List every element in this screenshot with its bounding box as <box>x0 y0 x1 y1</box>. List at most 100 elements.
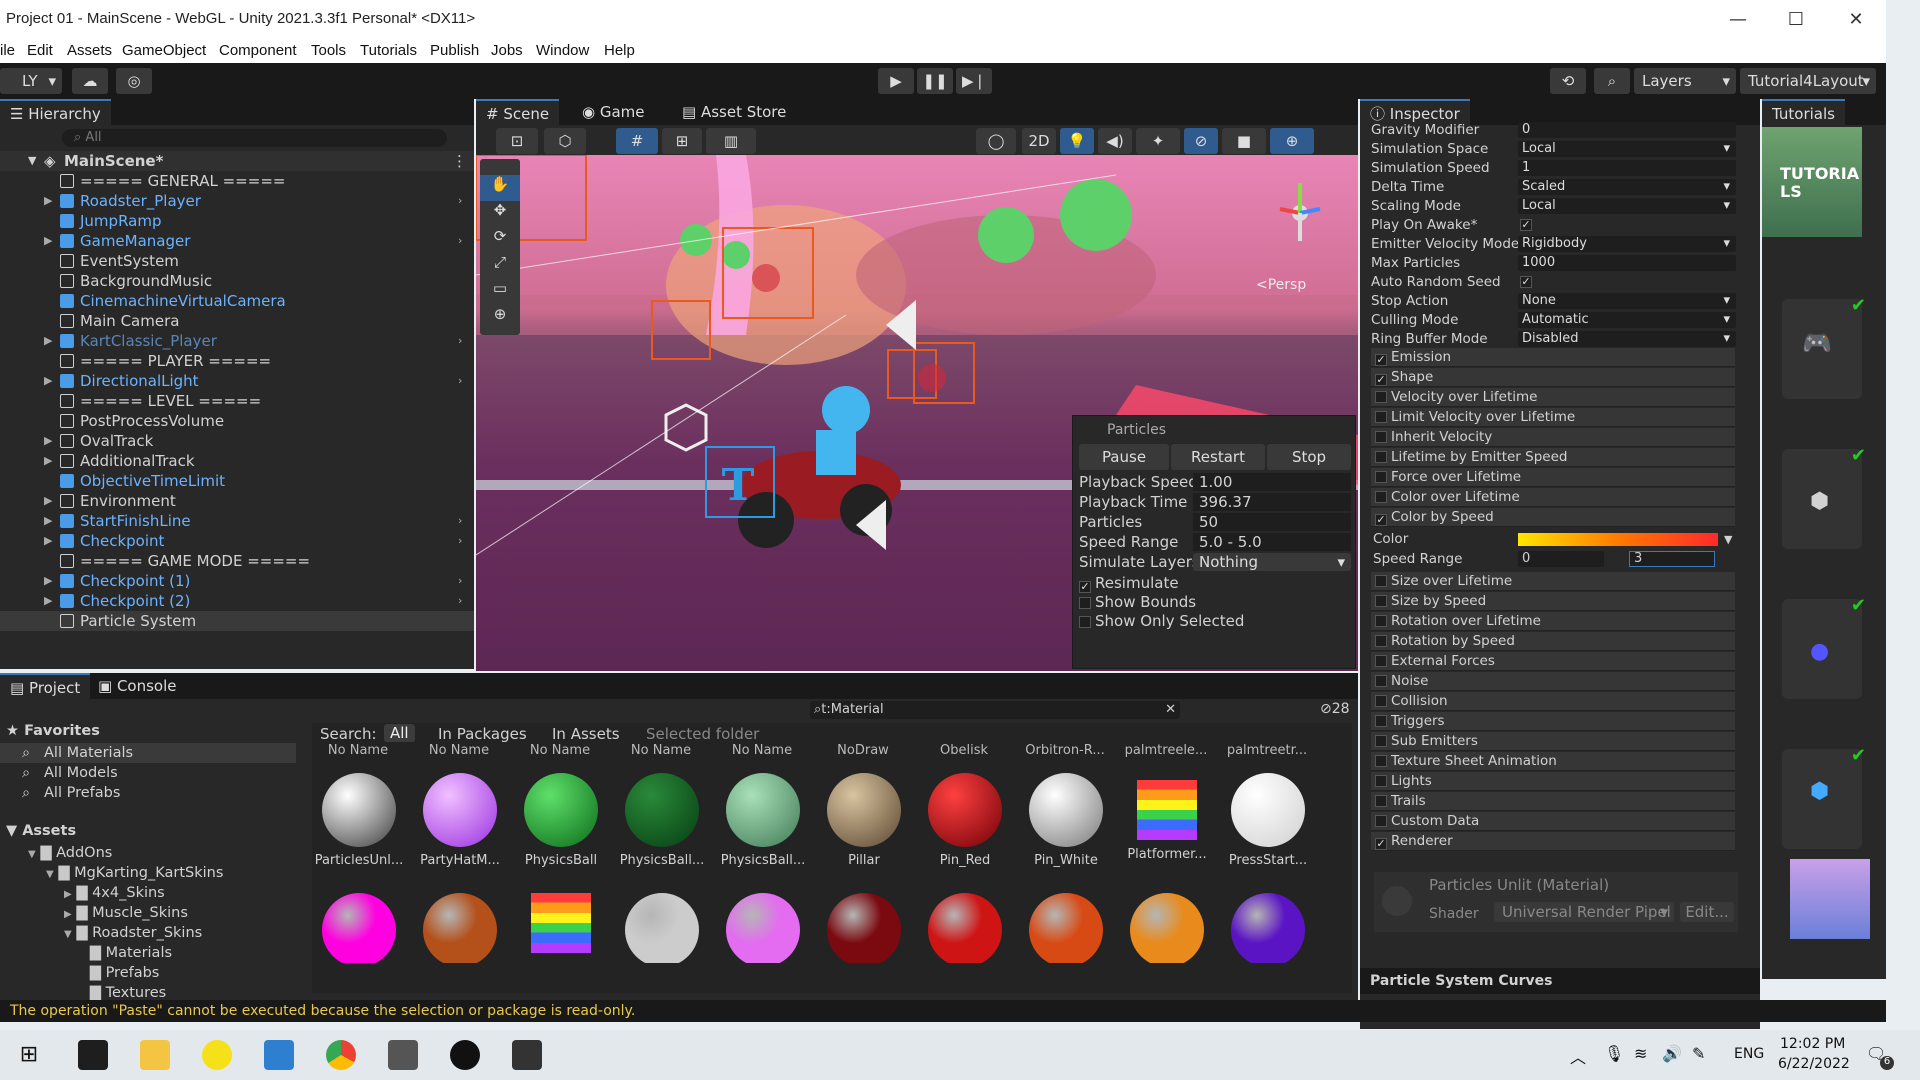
module-checkbox[interactable] <box>1375 391 1387 403</box>
asset-label[interactable]: palmtreele... <box>1118 743 1214 758</box>
module-checkbox[interactable] <box>1375 715 1387 727</box>
module-header[interactable]: Size over Lifetime <box>1371 572 1735 591</box>
tray-chevron-icon[interactable]: ︿ <box>1570 1044 1586 1068</box>
move-tool-icon[interactable]: ✥ <box>480 201 520 227</box>
hierarchy-item[interactable]: ▶ KartClassic_Player › <box>0 331 474 351</box>
module-header[interactable]: External Forces <box>1371 652 1735 671</box>
expand-arrow-icon[interactable]: ▶ <box>44 231 52 251</box>
checkbox[interactable] <box>1079 597 1091 609</box>
scene-menu-icon[interactable]: ⋮ <box>452 151 467 171</box>
hierarchy-item[interactable]: EventSystem <box>0 251 474 271</box>
prefab-open-icon[interactable]: › <box>458 191 462 211</box>
module-header[interactable]: Noise <box>1371 672 1735 691</box>
favorite-item[interactable]: ⌕ All Materials <box>0 743 296 763</box>
prefab-open-icon[interactable]: › <box>458 531 462 551</box>
filter-in-packages[interactable]: In Packages <box>438 725 527 743</box>
module-checkbox[interactable] <box>1375 471 1387 483</box>
prop-checkbox[interactable]: ✓ <box>1520 219 1532 231</box>
hierarchy-item[interactable]: ▶ GameManager › <box>0 231 474 251</box>
pause-button[interactable]: ❚❚ <box>917 68 953 94</box>
clear-search-icon[interactable]: ✕ <box>1165 701 1176 719</box>
hierarchy-search-input[interactable]: ⌕ All <box>62 129 447 147</box>
scale-tool-icon[interactable]: ⤢ <box>480 253 520 279</box>
hand-tool-icon[interactable]: ✋ <box>480 175 520 201</box>
module-header[interactable]: Rotation over Lifetime <box>1371 612 1735 631</box>
prop-value[interactable]: 0 <box>1518 122 1736 138</box>
tab-hierarchy[interactable]: ☰ Hierarchy <box>0 99 111 125</box>
module-checkbox[interactable] <box>1375 491 1387 503</box>
folder-item[interactable]: ▶ ▇ 4x4_Skins <box>64 883 165 903</box>
tutorial-card-3[interactable]: ● ✔ <box>1782 595 1866 699</box>
tab-asset-store[interactable]: ▤ Asset Store <box>672 99 796 125</box>
hierarchy-item[interactable]: CinemachineVirtualCamera <box>0 291 474 311</box>
hierarchy-item[interactable]: ▶ AdditionalTrack <box>0 451 474 471</box>
pen-icon[interactable]: ✎ <box>1692 1044 1705 1063</box>
material-item[interactable] <box>314 893 404 963</box>
expand-arrow-icon[interactable]: ▶ <box>44 511 52 531</box>
module-checkbox[interactable] <box>1375 735 1387 747</box>
hierarchy-item[interactable]: JumpRamp <box>0 211 474 231</box>
material-item[interactable]: PhysicsBall... <box>617 773 707 868</box>
module-header[interactable]: Custom Data <box>1371 812 1735 831</box>
tutorial-card-2[interactable]: ⬢ ✔ <box>1782 445 1866 549</box>
module-checkbox[interactable] <box>1375 431 1387 443</box>
rotate-tool-icon[interactable]: ⟳ <box>480 227 520 253</box>
volume-icon[interactable]: 🔊 <box>1662 1044 1682 1063</box>
expand-arrow-icon[interactable]: ▶ <box>44 331 52 351</box>
hierarchy-item[interactable]: ▶ Checkpoint (1) › <box>0 571 474 591</box>
minimize-button[interactable]: — <box>1718 6 1758 34</box>
tab-project[interactable]: ▤ Project <box>0 673 91 699</box>
clock-time[interactable]: 12:02 PM <box>1780 1036 1845 1052</box>
material-item[interactable] <box>718 893 808 963</box>
persp-label[interactable]: <Persp <box>1256 277 1306 293</box>
tab-game[interactable]: ◉ Game <box>572 99 655 125</box>
folder-item[interactable]: ▇ Prefabs <box>82 963 160 983</box>
folder-expand-icon[interactable] <box>82 989 85 1000</box>
particles-stat-value[interactable]: Nothing <box>1193 553 1351 571</box>
folder-expand-icon[interactable]: ▶ <box>64 889 72 900</box>
material-item[interactable]: PhysicsBall <box>516 773 606 868</box>
prop-value[interactable]: Scaled <box>1518 179 1736 195</box>
folder-item[interactable]: ▶ ▇ Muscle_Skins <box>64 903 188 923</box>
expand-arrow-icon[interactable]: ▶ <box>44 191 52 211</box>
hierarchy-item[interactable]: Particle System <box>0 611 474 631</box>
module-header[interactable]: Limit Velocity over Lifetime <box>1371 408 1735 427</box>
prop-value[interactable]: 1000 <box>1518 255 1736 271</box>
speed-max-input[interactable]: 3 <box>1629 551 1715 567</box>
effects-icon[interactable]: ✦ <box>1136 128 1180 154</box>
toggle-2d-button[interactable]: 2D <box>1022 128 1056 154</box>
prefab-open-icon[interactable]: › <box>458 331 462 351</box>
module-checkbox[interactable] <box>1375 595 1387 607</box>
prop-value[interactable]: Disabled <box>1518 331 1736 347</box>
menu-gameobject[interactable]: GameObject <box>122 42 206 59</box>
windows-start-icon[interactable]: ⊞ <box>14 1040 44 1070</box>
folder-item[interactable]: ▼ ▇ Roadster_Skins <box>64 923 202 943</box>
scene-root-row[interactable]: ▼ ◈ MainScene* ⋮ <box>0 151 474 171</box>
material-item[interactable] <box>920 893 1010 963</box>
module-header[interactable]: Size by Speed <box>1371 592 1735 611</box>
orientation-gizmo[interactable] <box>1250 163 1350 263</box>
module-checkbox[interactable] <box>1375 575 1387 587</box>
material-item[interactable]: PressStart... <box>1223 773 1313 868</box>
prop-value[interactable]: None <box>1518 293 1736 309</box>
file-explorer-icon[interactable] <box>140 1040 170 1070</box>
assets-header[interactable]: ▼ Assets <box>6 823 76 839</box>
hierarchy-item[interactable]: ▶ Checkpoint › <box>0 531 474 551</box>
vscode-icon[interactable] <box>264 1040 294 1070</box>
color-gradient-field[interactable] <box>1518 533 1718 546</box>
hierarchy-item[interactable]: ===== GAME MODE ===== <box>0 551 474 571</box>
hierarchy-item[interactable]: ▶ OvalTrack <box>0 431 474 451</box>
view-options-icon[interactable]: ⬡ <box>544 128 586 154</box>
folder-expand-icon[interactable]: ▼ <box>46 869 54 880</box>
module-header[interactable]: ✓ Shape <box>1371 368 1735 387</box>
collab-icon[interactable]: ◎ <box>116 68 152 94</box>
hierarchy-item[interactable]: Main Camera <box>0 311 474 331</box>
rect-tool-icon[interactable]: ▭ <box>480 279 520 305</box>
tutorial-card-5[interactable] <box>1790 859 1870 939</box>
hierarchy-item[interactable]: ===== PLAYER ===== <box>0 351 474 371</box>
module-checkbox[interactable] <box>1375 755 1387 767</box>
layers-dropdown[interactable]: Layers <box>1634 68 1736 94</box>
material-item[interactable] <box>516 893 606 963</box>
expand-arrow-icon[interactable]: ▶ <box>44 531 52 551</box>
filter-in-assets[interactable]: In Assets <box>552 725 620 743</box>
